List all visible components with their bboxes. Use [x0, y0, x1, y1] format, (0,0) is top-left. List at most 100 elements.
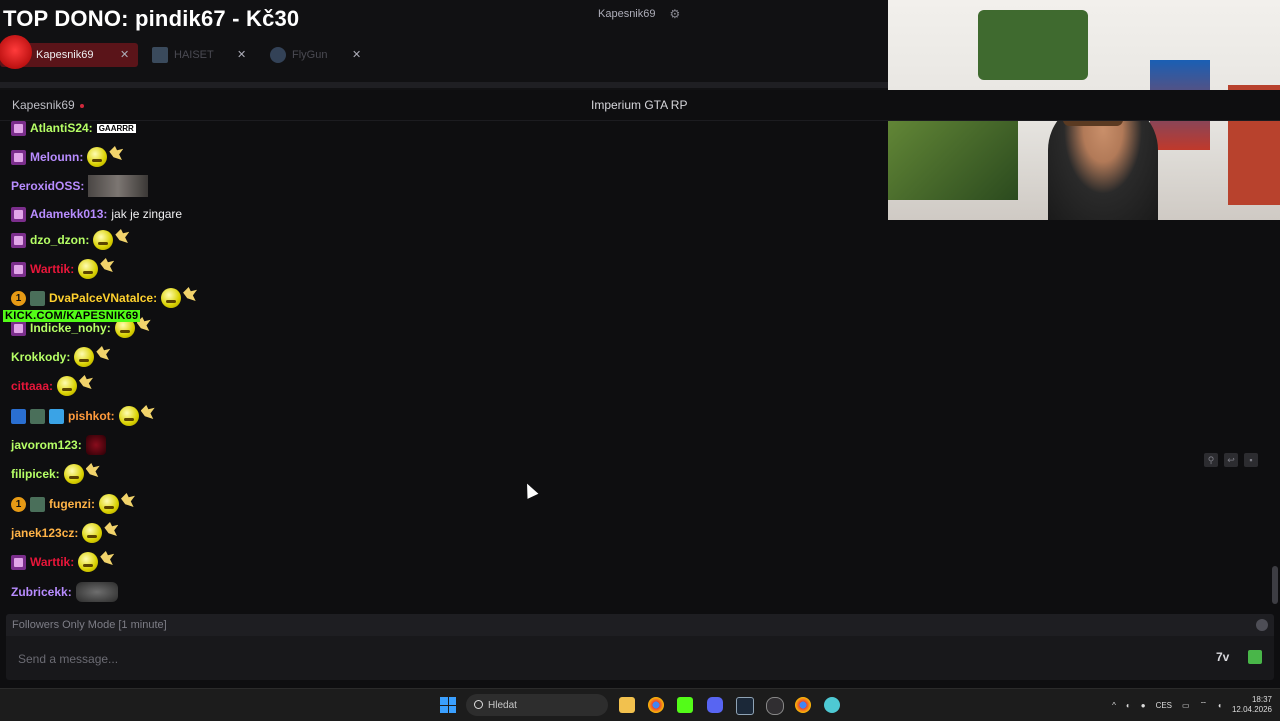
smiley-emote-icon — [99, 494, 119, 514]
close-icon[interactable]: ✕ — [352, 48, 361, 61]
obs-icon[interactable] — [766, 697, 784, 715]
vip-badge-icon — [11, 408, 26, 424]
followers-mode-text: Followers Only Mode [1 minute] — [12, 619, 167, 631]
wave-emote-icon — [121, 493, 135, 507]
steam-icon[interactable] — [736, 697, 754, 715]
channel-name[interactable]: Kapesnik69 — [12, 98, 84, 112]
chat-message: janek123cz: — [11, 522, 119, 544]
smiley-emote-icon — [78, 552, 99, 572]
tab-haiset[interactable]: HAISET ✕ — [152, 43, 246, 67]
chat-scrollbar[interactable] — [1272, 566, 1278, 604]
account-chip[interactable]: Kapesnik69 ⚙ — [590, 4, 688, 24]
start-icon[interactable] — [440, 697, 456, 713]
language-indicator[interactable]: CES — [1156, 701, 1172, 710]
smiley-emote-icon — [118, 406, 139, 426]
moderator-badge-icon — [30, 408, 45, 424]
chat-username[interactable]: Zubricekk: — [11, 585, 72, 599]
chat-message: dzo_dzon: — [11, 229, 130, 251]
channel-avatar-icon — [0, 35, 32, 69]
chat-username[interactable]: Warttik: — [30, 262, 74, 276]
gift-count-badge-icon: 1 — [11, 290, 26, 306]
chrome-icon[interactable] — [648, 697, 664, 713]
chat-message: filipicek: — [11, 463, 100, 485]
chat-username[interactable]: Adamekk013: — [30, 207, 107, 221]
seventv-icon[interactable]: 7v — [1216, 650, 1234, 664]
chat-username[interactable]: Krokkody: — [11, 350, 70, 364]
chat-username[interactable]: filipicek: — [11, 467, 60, 481]
chat-username[interactable]: Indicke_nohy: — [30, 321, 111, 335]
file-explorer-icon[interactable] — [619, 697, 635, 713]
info-icon[interactable] — [1256, 619, 1268, 631]
chat-username[interactable]: Warttik: — [30, 555, 74, 569]
discord-icon[interactable] — [707, 697, 723, 713]
chat-input[interactable]: Send a message... 7v — [6, 636, 1274, 680]
chat-username[interactable]: fugenzi: — [49, 497, 95, 511]
chat-message: Adamekk013: jak je zingare — [11, 203, 182, 225]
network-icon[interactable]: ◐ — [1126, 701, 1131, 710]
chatterino-icon[interactable] — [824, 697, 840, 713]
subscriber-badge-icon — [11, 320, 26, 336]
wave-emote-icon — [140, 405, 155, 419]
wave-emote-icon — [79, 375, 94, 389]
emote-picker-icon[interactable] — [1248, 650, 1262, 664]
chat-username[interactable]: javorom123: — [11, 438, 82, 452]
search-placeholder: Hledat — [488, 699, 517, 711]
pin-icon[interactable]: ⚲ — [1204, 453, 1218, 467]
chat-message: pishkot: — [11, 405, 155, 427]
subscriber-badge-icon — [11, 232, 26, 248]
chat-username[interactable]: AtlantiS24: — [30, 121, 93, 135]
chat-username[interactable]: pishkot: — [68, 409, 115, 423]
chat-username[interactable]: Melounn: — [30, 150, 83, 164]
stream-info-bar: Kapesnik69 Imperium GTA RP — [0, 90, 1280, 121]
tab-bar-divider — [0, 82, 888, 88]
chat-message: Warttik: — [11, 551, 115, 573]
chat-message: javorom123: — [11, 434, 106, 456]
chat-username[interactable]: janek123cz: — [11, 526, 78, 540]
taskbar-search[interactable]: Hledat — [466, 694, 608, 716]
tab-label: FlyGun — [292, 49, 328, 61]
reply-icon[interactable]: ↩ — [1224, 453, 1238, 467]
tab-label: HAISET — [174, 49, 214, 61]
wave-emote-icon — [109, 146, 124, 160]
account-name: Kapesnik69 — [598, 8, 656, 20]
smiley-emote-icon — [63, 464, 84, 484]
chat-message: cittaaa: — [11, 375, 94, 397]
chat-message: Melounn: — [11, 146, 124, 168]
chevron-up-icon[interactable]: ^ — [1112, 701, 1116, 710]
mic-icon[interactable]: ● — [1141, 701, 1146, 710]
clock[interactable]: 18:37 12.04.2026 — [1232, 695, 1272, 715]
chat-username[interactable]: DvaPalceVNatalce: — [49, 291, 157, 305]
kick-icon[interactable] — [677, 697, 693, 713]
smiley-emote-icon — [161, 288, 182, 308]
followers-only-notice: Followers Only Mode [1 minute] — [6, 614, 1274, 636]
subscriber-badge-icon — [11, 206, 26, 222]
chat-message: Krokkody: — [11, 346, 111, 368]
tab-kapesnik69[interactable]: Kapesnik69 ✕ — [0, 35, 138, 69]
image-emote-icon — [85, 435, 106, 455]
wifi-icon[interactable]: ⌔ — [1200, 700, 1208, 710]
message-actions: ⚲ ↩ ▪ — [1204, 453, 1258, 467]
gear-icon[interactable]: ⚙ — [670, 7, 681, 21]
close-icon[interactable]: ✕ — [120, 48, 129, 61]
tab-flygun[interactable]: FlyGun ✕ — [270, 43, 361, 67]
chat-username[interactable]: PeroxidOSS: — [11, 179, 84, 193]
subscriber-badge-icon — [11, 120, 26, 136]
smiley-emote-icon — [82, 523, 103, 543]
tab-favicon-icon — [152, 47, 168, 63]
stream-category[interactable]: Imperium GTA RP — [591, 98, 687, 112]
chrome-profile-icon[interactable] — [795, 697, 811, 713]
smiley-emote-icon — [87, 147, 108, 167]
chat-username[interactable]: cittaaa: — [11, 379, 53, 393]
tab-favicon-icon — [270, 47, 286, 63]
wave-emote-icon — [115, 229, 130, 243]
chat-log[interactable]: AtlantiS24: GAARRR Melounn: PeroxidOSS: … — [0, 120, 1270, 610]
display-icon[interactable]: ▭ — [1182, 701, 1190, 710]
delete-icon[interactable]: ▪ — [1244, 453, 1258, 467]
close-icon[interactable]: ✕ — [237, 48, 246, 61]
chat-username[interactable]: dzo_dzon: — [30, 233, 89, 247]
volume-icon[interactable]: ◖ — [1217, 701, 1222, 710]
wall-plants — [978, 10, 1088, 80]
smiley-emote-icon — [57, 376, 78, 396]
subscriber-badge-icon — [11, 261, 26, 277]
wave-emote-icon — [85, 463, 100, 477]
